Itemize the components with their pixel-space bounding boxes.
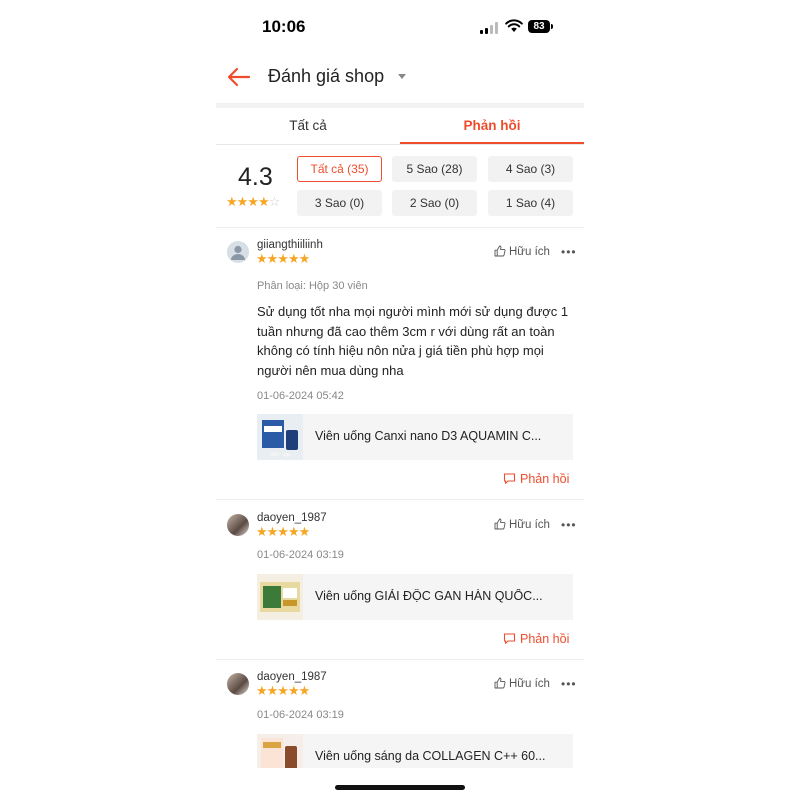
phone-screen: 10:06 83 Đánh giá shop Tất cả Phản hồi 4… [216,0,584,800]
review-divider [216,499,584,500]
product-card[interactable]: Viên uống Canxi nano D3 AQUAMIN C... [257,414,573,460]
more-options-icon[interactable]: ••• [561,677,577,691]
tab-replies[interactable]: Phản hồi [400,108,584,144]
filter-5-stars[interactable]: 5 Sao (28) [392,156,477,182]
filter-all[interactable]: Tất cả (35) [297,156,382,182]
dropdown-caret-icon[interactable] [398,74,406,79]
review-date: 01-06-2024 03:19 [257,709,344,721]
review-username: daoyen_1987 [257,671,327,683]
avatar[interactable] [227,241,249,263]
thumbs-up-icon [494,245,506,257]
product-name: Viên uống sáng da COLLAGEN C++ 60... [315,749,546,763]
review-variant: Phân loại: Hộp 30 viên [257,280,368,292]
product-thumbnail [257,734,303,768]
tab-all[interactable]: Tất cả [216,108,400,144]
review-stars: ★★★★★ [256,251,310,266]
summary-divider [216,227,584,228]
review-username: daoyen_1987 [257,512,327,524]
product-card[interactable]: Viên uống sáng da COLLAGEN C++ 60... [257,734,573,768]
review-comment: Sử dụng tốt nha mọi người mình mới sử dụ… [257,304,569,378]
tabs-divider [216,144,584,145]
helpful-button[interactable]: Hữu ích [494,245,550,258]
helpful-label: Hữu ích [509,678,550,690]
more-options-icon[interactable]: ••• [561,518,577,532]
reply-label: Phản hồi [520,472,570,486]
filter-4-stars[interactable]: 4 Sao (3) [488,156,573,182]
reply-button[interactable]: Phản hồi [503,472,569,486]
average-rating: 4.3 [238,163,273,191]
helpful-button[interactable]: Hữu ích [494,518,550,531]
avatar[interactable] [227,514,249,536]
battery-cap [551,24,553,29]
review-divider [216,659,584,660]
average-rating-stars: ★★★★☆ [226,194,280,209]
review-username: giiangthiiliinh [257,239,323,251]
filter-2-stars[interactable]: 2 Sao (0) [392,190,477,216]
product-thumbnail [257,414,303,460]
product-thumbnail [257,574,303,620]
helpful-label: Hữu ích [509,519,550,531]
home-indicator[interactable] [335,785,465,790]
thumbs-up-icon [494,518,506,530]
user-icon [231,245,245,260]
review-stars: ★★★★★ [256,683,310,698]
helpful-label: Hữu ích [509,246,550,258]
review-date: 01-06-2024 05:42 [257,390,344,402]
product-name: Viên uống Canxi nano D3 AQUAMIN C... [315,429,542,443]
avatar[interactable] [227,673,249,695]
helpful-button[interactable]: Hữu ích [494,677,550,690]
comment-icon [503,473,516,484]
battery-icon: 83 [528,20,550,33]
reply-label: Phản hồi [520,632,570,646]
review-date: 01-06-2024 03:19 [257,549,344,561]
filter-3-stars[interactable]: 3 Sao (0) [297,190,382,216]
back-arrow-icon[interactable] [226,64,252,90]
more-options-icon[interactable]: ••• [561,245,577,259]
product-card[interactable]: Viên uống GIẢI ĐỘC GAN HÀN QUỐC... [257,574,573,620]
reply-button[interactable]: Phản hồi [503,632,569,646]
review-stars: ★★★★★ [256,524,310,539]
filter-1-star[interactable]: 1 Sao (4) [488,190,573,216]
status-time: 10:06 [262,17,306,36]
thumbs-up-icon [494,677,506,689]
product-name: Viên uống GIẢI ĐỘC GAN HÀN QUỐC... [315,589,543,603]
page-title[interactable]: Đánh giá shop [268,66,384,87]
comment-icon [503,633,516,644]
cellular-signal-icon [480,22,498,34]
wifi-icon [505,19,523,32]
